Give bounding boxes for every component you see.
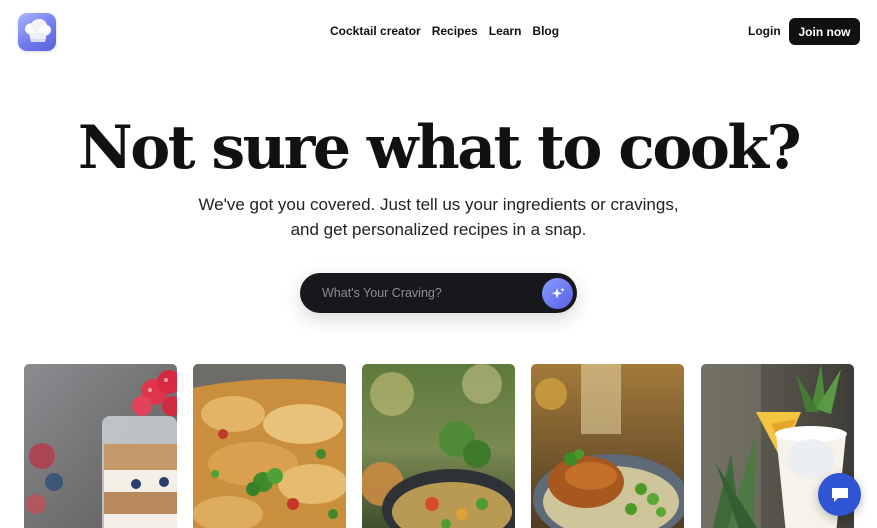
pasta-casserole-image <box>193 364 346 528</box>
recipe-card-vegetable-pan[interactable] <box>362 364 515 528</box>
nav-link-blog[interactable]: Blog <box>532 24 559 38</box>
join-now-button[interactable]: Join now <box>789 18 860 45</box>
hero-subtitle: We've got you covered. Just tell us your… <box>0 192 877 242</box>
sparkle-icon <box>551 287 565 298</box>
recipe-card-chicken-peas[interactable] <box>531 364 684 528</box>
nav-link-recipes[interactable]: Recipes <box>432 24 478 38</box>
craving-search-bar <box>300 273 577 313</box>
nav-link-learn[interactable]: Learn <box>489 24 522 38</box>
nav-link-cocktail-creator[interactable]: Cocktail creator <box>330 24 421 38</box>
recipe-card-yogurt-parfait[interactable] <box>24 364 177 528</box>
login-link[interactable]: Login <box>748 24 781 38</box>
chat-bubble-icon <box>831 487 848 502</box>
chat-widget-button[interactable] <box>818 473 861 516</box>
craving-search-input[interactable] <box>322 273 532 313</box>
site-header: Cocktail creator Recipes Learn Blog Logi… <box>0 0 877 64</box>
yogurt-parfait-image <box>24 364 177 528</box>
sparkle-search-button[interactable] <box>542 278 573 309</box>
hero-subtitle-line-2: and get personalized recipes in a snap. <box>290 220 587 239</box>
hero-title: Not sure what to cook? <box>77 113 802 183</box>
main-nav: Cocktail creator Recipes Learn Blog <box>330 24 559 38</box>
hero-subtitle-line-1: We've got you covered. Just tell us your… <box>198 195 679 214</box>
recipe-card-pasta-casserole[interactable] <box>193 364 346 528</box>
chicken-peas-image <box>531 364 684 528</box>
vegetable-pan-image <box>362 364 515 528</box>
chef-hat-logo-icon[interactable] <box>18 13 56 51</box>
